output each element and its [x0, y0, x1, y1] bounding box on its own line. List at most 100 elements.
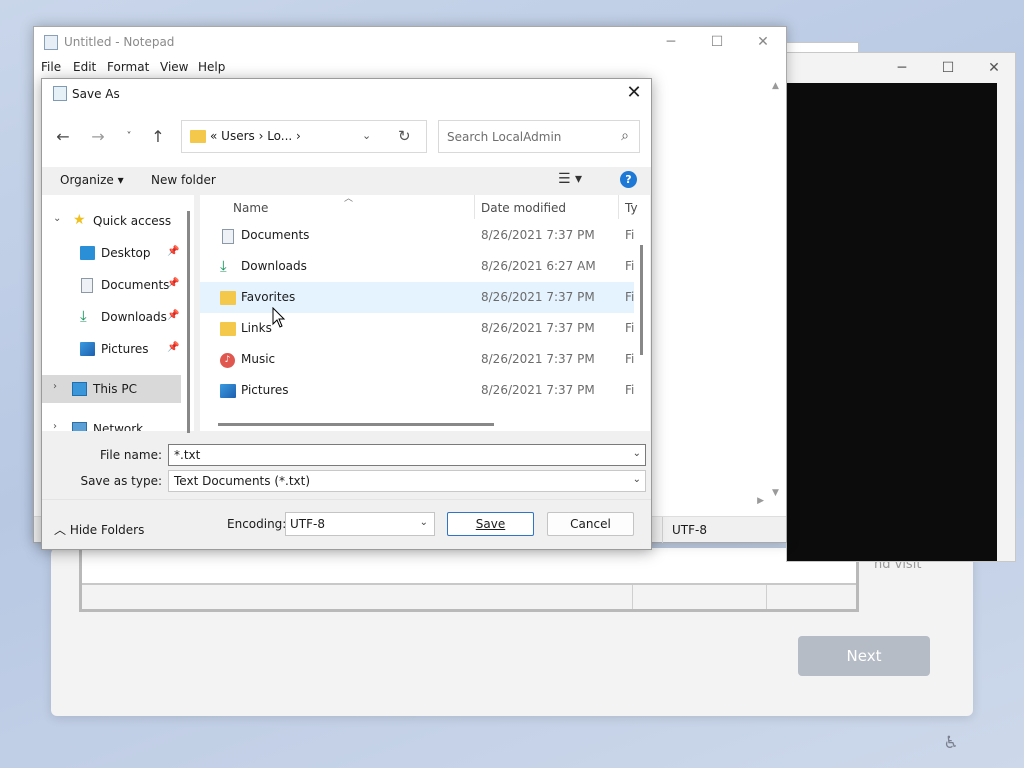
maximize-icon[interactable]: ☐	[694, 27, 740, 57]
file-date: 8/26/2021 7:37 PM	[481, 321, 595, 335]
downloads-icon: ⤓	[220, 257, 227, 275]
computer-icon	[72, 382, 87, 396]
column-name[interactable]: Name	[233, 201, 268, 215]
nav-item-desktop[interactable]: Desktop 📌	[42, 239, 181, 267]
file-date: 8/26/2021 7:37 PM	[481, 290, 595, 304]
address-bar[interactable]: « Users › Lo... › ⌄ ↻	[181, 120, 427, 153]
chevron-down-icon[interactable]: ⌄	[362, 129, 371, 142]
notepad-menubar: File Edit Format View Help	[34, 57, 786, 77]
file-date: 8/26/2021 7:37 PM	[481, 352, 595, 366]
setup-frame-divider	[632, 585, 633, 609]
chevron-down-icon[interactable]: ⌄	[633, 448, 641, 459]
file-row-pictures[interactable]: Pictures 8/26/2021 7:37 PM Fi	[200, 375, 634, 406]
menu-format[interactable]: Format	[107, 60, 149, 74]
nav-item-quick-access[interactable]: ⌄ ★ Quick access	[42, 207, 181, 235]
notepad-vertical-scrollbar[interactable]: ▲ ▼	[768, 77, 786, 516]
chevron-up-icon: ︿	[54, 523, 70, 537]
view-options-icon[interactable]: ☰ ▾	[558, 171, 582, 187]
save-button[interactable]: Save	[447, 512, 534, 536]
accessibility-icon[interactable]: ♿	[940, 733, 962, 755]
new-folder-button[interactable]: New folder	[151, 173, 216, 187]
chevron-down-icon[interactable]: ⌄	[420, 517, 428, 528]
column-divider[interactable]	[618, 195, 619, 219]
navigation-bar: ← → ˅ ↑ « Users › Lo... › ⌄ ↻ Search Loc…	[42, 109, 651, 167]
search-input[interactable]: Search LocalAdmin ⌕	[438, 120, 640, 153]
scroll-right-icon[interactable]: ▶	[757, 496, 764, 506]
hide-folders-button[interactable]: ︿ Hide Folders	[54, 521, 144, 538]
file-row-documents[interactable]: Documents 8/26/2021 7:37 PM Fi	[200, 220, 634, 251]
file-type: Fi	[625, 321, 635, 335]
minimize-icon[interactable]: ─	[648, 27, 694, 57]
column-type[interactable]: Ty	[625, 201, 638, 215]
close-icon[interactable]: ✕	[617, 79, 651, 109]
forward-arrow-icon[interactable]: →	[88, 127, 108, 146]
background-console-window: ─ ☐ ✕	[786, 52, 1016, 562]
chevron-down-icon[interactable]: ⌄	[53, 213, 61, 224]
documents-icon	[222, 229, 234, 244]
nav-item-label: Documents	[101, 278, 170, 292]
recent-locations-icon[interactable]: ˅	[119, 131, 139, 142]
status-encoding: UTF-8	[672, 523, 707, 537]
encoding-select[interactable]: UTF-8 ⌄	[285, 512, 435, 536]
column-divider[interactable]	[474, 195, 475, 219]
documents-icon	[81, 278, 93, 293]
setup-frame-status	[82, 583, 856, 609]
nav-item-documents[interactable]: Documents 📌	[42, 271, 181, 299]
downloads-icon: ⤓	[80, 307, 87, 325]
menu-help[interactable]: Help	[198, 60, 225, 74]
file-list-vertical-scrollbar[interactable]	[640, 245, 643, 355]
command-bar: Organize ▾ New folder ☰ ▾ ?	[42, 167, 651, 195]
nav-item-network[interactable]: › Network	[42, 415, 181, 431]
cancel-button[interactable]: Cancel	[547, 512, 634, 536]
file-row-favorites[interactable]: Favorites 8/26/2021 7:37 PM Fi	[200, 282, 634, 313]
file-date: 8/26/2021 7:37 PM	[481, 228, 595, 242]
file-row-downloads[interactable]: ⤓ Downloads 8/26/2021 6:27 AM Fi	[200, 251, 634, 282]
file-type: Fi	[625, 383, 635, 397]
file-name: Documents	[241, 228, 310, 242]
maximize-icon[interactable]: ☐	[925, 53, 971, 83]
minimize-icon[interactable]: ─	[879, 53, 925, 83]
status-divider	[662, 517, 663, 543]
desktop-icon	[80, 246, 95, 260]
close-icon[interactable]: ✕	[971, 53, 1017, 83]
notepad-titlebar: Untitled - Notepad ─ ☐ ✕	[34, 27, 786, 57]
file-type: Fi	[625, 228, 635, 242]
menu-file[interactable]: File	[41, 60, 61, 74]
navigation-pane: ⌄ ★ Quick access Desktop 📌 Documents 📌 ⤓…	[42, 195, 194, 431]
file-name-input[interactable]: *.txt ⌄	[168, 444, 646, 466]
file-row-music[interactable]: ♪ Music 8/26/2021 7:37 PM Fi	[200, 344, 634, 375]
search-icon[interactable]: ⌕	[621, 128, 629, 144]
folder-icon	[220, 322, 236, 336]
column-date-modified[interactable]: Date modified	[481, 201, 566, 215]
nav-item-this-pc[interactable]: › This PC	[42, 375, 181, 403]
dialog-footer: ︿ Hide Folders Encoding: UTF-8 ⌄ Save Ca…	[42, 499, 651, 549]
pictures-icon	[220, 384, 236, 398]
nav-item-pictures[interactable]: Pictures 📌	[42, 335, 181, 363]
scroll-down-icon[interactable]: ▼	[772, 488, 779, 498]
chevron-down-icon[interactable]: ⌄	[633, 474, 641, 485]
nav-item-label: Desktop	[101, 246, 151, 260]
nav-pane-scrollbar[interactable]	[187, 211, 190, 433]
nav-item-label: This PC	[93, 382, 137, 396]
breadcrumb[interactable]: « Users › Lo... ›	[210, 129, 301, 143]
menu-view[interactable]: View	[160, 60, 188, 74]
refresh-icon[interactable]: ↻	[398, 127, 411, 145]
file-name: Links	[241, 321, 272, 335]
file-row-links[interactable]: Links 8/26/2021 7:37 PM Fi	[200, 313, 634, 344]
next-button[interactable]: Next	[798, 636, 930, 676]
close-icon[interactable]: ✕	[740, 27, 786, 57]
up-arrow-icon[interactable]: ↑	[148, 127, 168, 146]
pin-icon: 📌	[167, 310, 180, 321]
save-as-dialog: Save As ✕ ← → ˅ ↑ « Users › Lo... › ⌄ ↻ …	[41, 78, 652, 550]
chevron-right-icon[interactable]: ›	[53, 381, 57, 392]
chevron-right-icon[interactable]: ›	[53, 421, 57, 431]
scroll-up-icon[interactable]: ▲	[772, 81, 779, 91]
save-as-type-select[interactable]: Text Documents (*.txt) ⌄	[168, 470, 646, 492]
menu-edit[interactable]: Edit	[73, 60, 96, 74]
organize-button[interactable]: Organize ▾	[60, 173, 124, 187]
help-icon[interactable]: ?	[620, 171, 637, 188]
file-list-horizontal-scrollbar[interactable]	[218, 423, 494, 426]
back-arrow-icon[interactable]: ←	[53, 127, 73, 146]
nav-item-downloads[interactable]: ⤓ Downloads 📌	[42, 303, 181, 331]
file-name: Music	[241, 352, 276, 366]
